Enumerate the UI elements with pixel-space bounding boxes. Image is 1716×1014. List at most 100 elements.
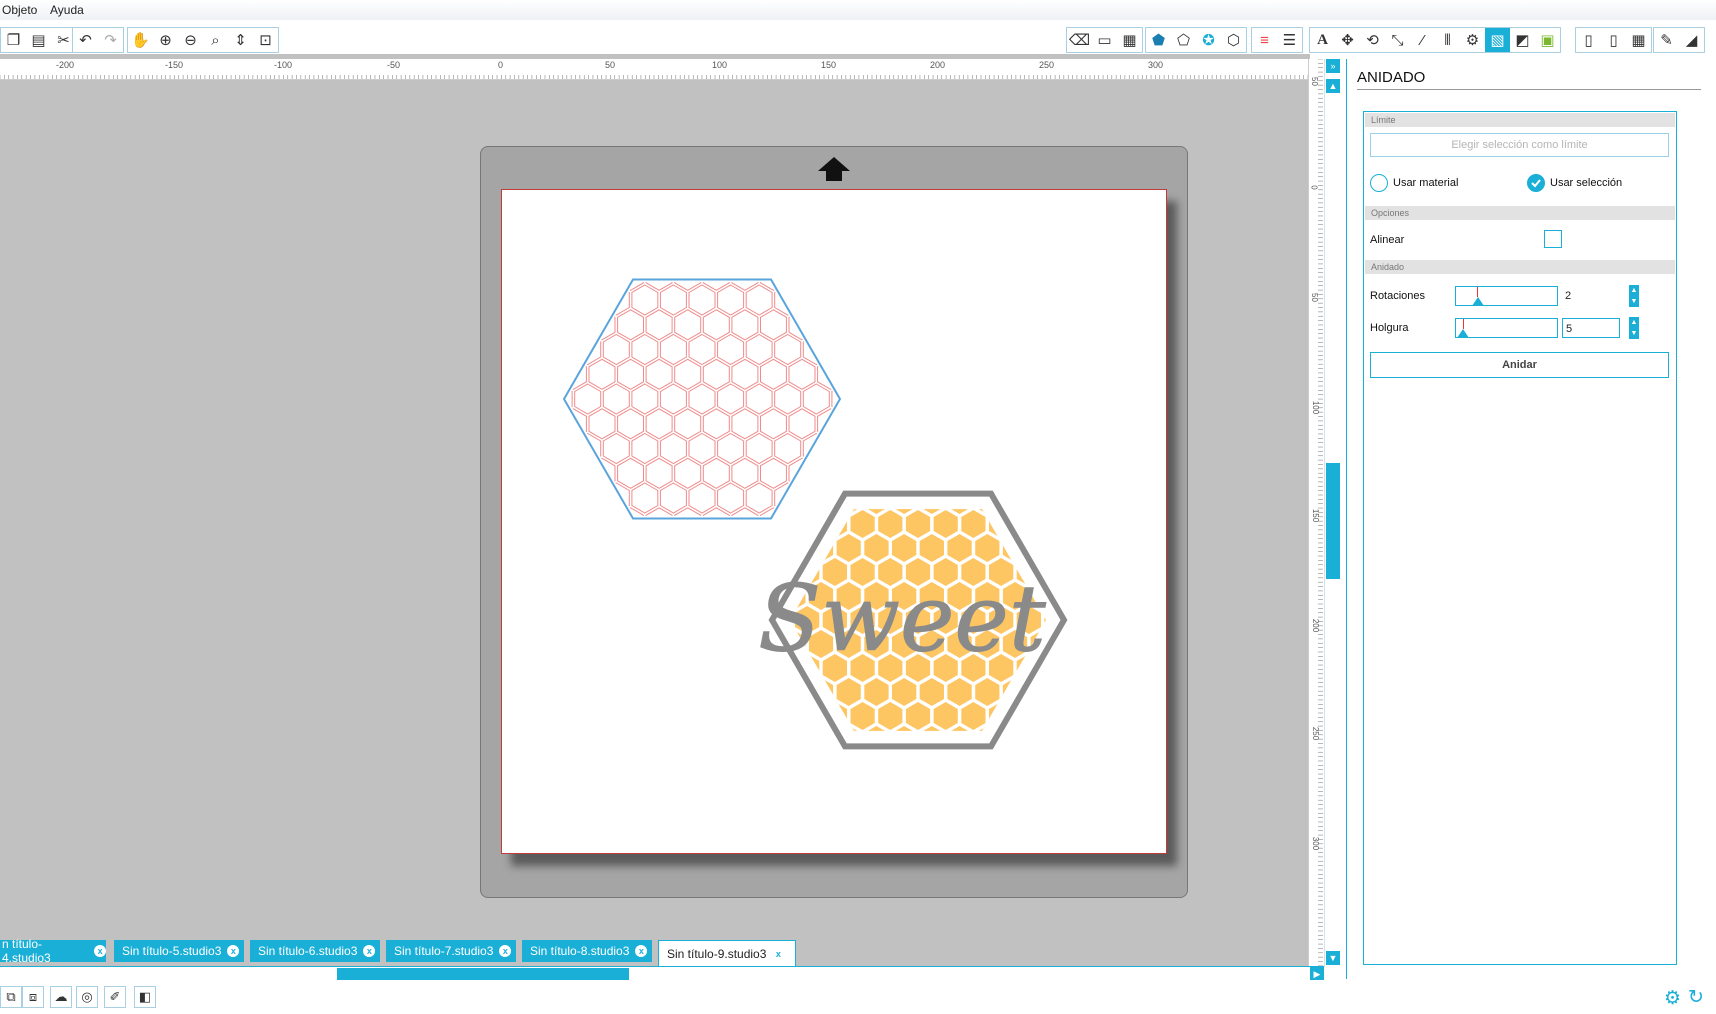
vertical-scroll-thumb[interactable] bbox=[1326, 463, 1340, 579]
spacing-stepper[interactable]: ▲ ▼ bbox=[1629, 317, 1639, 339]
replicate-icon[interactable]: ⚙ bbox=[1460, 28, 1485, 52]
close-tab-icon[interactable]: x bbox=[499, 945, 512, 957]
line-color-icon[interactable]: ≡ bbox=[1252, 28, 1277, 52]
cell-outline bbox=[567, 383, 573, 415]
knife-icon[interactable]: ✐ bbox=[104, 986, 126, 1008]
modify-icon[interactable]: ◩ bbox=[1510, 28, 1535, 52]
close-tab-icon[interactable]: x bbox=[772, 947, 785, 960]
cell-outline bbox=[746, 533, 772, 563]
page-setup-icon[interactable]: ▭ bbox=[1092, 28, 1117, 52]
spacing-slider[interactable] bbox=[1455, 318, 1558, 338]
v-ruler-label: 300 bbox=[1311, 836, 1321, 851]
honey-cell bbox=[947, 678, 972, 706]
rotations-slider[interactable] bbox=[1455, 286, 1558, 306]
cell-outline bbox=[717, 333, 745, 366]
transform-icon[interactable]: ✥ bbox=[1335, 28, 1360, 52]
honey-cell bbox=[712, 654, 736, 682]
close-tab-icon[interactable]: x bbox=[94, 945, 106, 957]
pattern-icon[interactable]: ⬠ bbox=[1171, 28, 1196, 52]
spacing-value-field[interactable]: 5 bbox=[1562, 318, 1620, 338]
align-icon[interactable]: ⫴ bbox=[1435, 28, 1460, 52]
use-material-radio[interactable] bbox=[1370, 174, 1388, 192]
line-style-icon[interactable]: ☰ bbox=[1277, 28, 1302, 52]
design-page[interactable]: Sweet bbox=[501, 189, 1167, 854]
settings-gear-icon[interactable]: ⚙ bbox=[1664, 987, 1681, 1010]
v-ruler-label: 50 bbox=[1309, 293, 1319, 302]
fit-to-page-icon[interactable]: ⊡ bbox=[253, 28, 278, 52]
vertical-scrollbar[interactable]: » ▲ ▼ bbox=[1324, 59, 1341, 967]
copy-icon[interactable]: ❐ bbox=[1, 28, 26, 52]
rotate-icon[interactable]: ⟲ bbox=[1360, 28, 1385, 52]
target-icon[interactable]: ◎ bbox=[76, 986, 98, 1008]
zoom-out-icon[interactable]: ⊖ bbox=[178, 28, 203, 52]
rotations-value-field[interactable]: 2 bbox=[1562, 286, 1620, 306]
nest-icon[interactable]: ▧ bbox=[1485, 28, 1510, 52]
zoom-drag-icon[interactable]: ⇕ bbox=[228, 28, 253, 52]
document-tab[interactable]: n título-4.studio3 x bbox=[0, 937, 106, 965]
effects-icon[interactable]: ⬡ bbox=[1221, 28, 1246, 52]
honey-cell bbox=[1114, 774, 1138, 802]
grid-icon[interactable]: ▦ bbox=[1117, 28, 1142, 52]
ungroup-icon[interactable]: ⧈ bbox=[22, 986, 44, 1008]
zoom-select-icon[interactable]: ⌕ bbox=[203, 28, 228, 52]
choose-selection-as-limit-button[interactable]: Elegir selección como límite bbox=[1370, 133, 1669, 157]
document-tab[interactable]: Sin título-5.studio3 x bbox=[114, 940, 244, 962]
honey-cell bbox=[1072, 702, 1096, 730]
slider-handle-icon[interactable] bbox=[1472, 297, 1484, 307]
document-tab[interactable]: Sin título-8.studio3 x bbox=[522, 940, 652, 962]
cell-outline bbox=[645, 507, 673, 516]
limit-section-header: Límite bbox=[1365, 113, 1675, 127]
sync-icon[interactable]: ↻ bbox=[1688, 986, 1704, 1009]
group-icon[interactable]: ⧉ bbox=[0, 986, 22, 1008]
scale-icon[interactable]: ⤡ bbox=[1385, 28, 1410, 52]
menu-ayuda[interactable]: Ayuda bbox=[50, 3, 84, 17]
cell-outline bbox=[903, 458, 929, 488]
rotations-stepper[interactable]: ▲ ▼ bbox=[1629, 285, 1639, 307]
shear-icon[interactable]: ⁄ bbox=[1410, 28, 1435, 52]
zoom-in-icon[interactable]: ⊕ bbox=[153, 28, 178, 52]
library-icon[interactable]: ◢ bbox=[1679, 28, 1704, 52]
offset-icon[interactable]: ▯ bbox=[1576, 28, 1601, 52]
document-tab-active[interactable]: Sin título-9.studio3 x bbox=[658, 940, 796, 966]
scroll-right-arrow-icon[interactable]: ▶ bbox=[1310, 967, 1324, 981]
layer-icon[interactable]: ◧ bbox=[134, 986, 156, 1008]
close-tab-icon[interactable]: x bbox=[227, 945, 240, 957]
object-tool-group: A ✥ ⟲ ⤡ ⁄ ⫴ ⚙ ▧ ◩ ▣ bbox=[1309, 27, 1561, 53]
use-selection-radio[interactable] bbox=[1527, 174, 1545, 192]
cell-outline bbox=[846, 310, 872, 340]
send-icon[interactable]: ▯ bbox=[1601, 28, 1626, 52]
pan-icon[interactable]: ✋ bbox=[128, 28, 153, 52]
honey-cell bbox=[712, 606, 736, 634]
honey-cell bbox=[1044, 702, 1046, 730]
expand-panel-icon[interactable]: » bbox=[1326, 59, 1340, 73]
paste-icon[interactable]: ▤ bbox=[26, 28, 51, 52]
eraser-icon[interactable]: ⌫ bbox=[1067, 28, 1092, 52]
nest-button[interactable]: Anidar bbox=[1370, 352, 1669, 378]
document-tab[interactable]: Sin título-6.studio3 x bbox=[250, 940, 380, 962]
cloud-icon[interactable]: ☁ bbox=[50, 986, 72, 1008]
text-style-icon[interactable]: A bbox=[1310, 28, 1335, 52]
cell-outline bbox=[502, 483, 515, 513]
document-tab[interactable]: Sin título-7.studio3 x bbox=[386, 940, 516, 962]
close-tab-icon[interactable]: x bbox=[363, 945, 376, 957]
fill-icon[interactable]: ⬟ bbox=[1146, 28, 1171, 52]
horizontal-scroll-thumb[interactable] bbox=[337, 968, 629, 980]
honey-cell bbox=[851, 462, 875, 490]
cell-outline bbox=[832, 236, 858, 266]
h-ruler-label: 50 bbox=[605, 60, 616, 70]
cut-settings-icon[interactable]: ▦ bbox=[1626, 28, 1651, 52]
redo-icon[interactable]: ↷ bbox=[98, 28, 123, 52]
scroll-down-arrow-icon[interactable]: ▼ bbox=[1326, 951, 1340, 965]
pixscan-icon[interactable]: ✎ bbox=[1654, 28, 1679, 52]
scroll-up-arrow-icon[interactable]: ▲ bbox=[1326, 79, 1340, 93]
gradient-icon[interactable]: ✪ bbox=[1196, 28, 1221, 52]
close-tab-icon[interactable]: x bbox=[635, 945, 648, 957]
align-checkbox[interactable] bbox=[1544, 230, 1562, 248]
slider-handle-icon[interactable] bbox=[1457, 329, 1469, 339]
trace-icon[interactable]: ▣ bbox=[1535, 28, 1560, 52]
honey-cell bbox=[1072, 750, 1096, 778]
horizontal-scrollbar[interactable]: ▶ bbox=[0, 966, 1324, 981]
menu-objeto[interactable]: Objeto bbox=[2, 3, 37, 17]
undo-icon[interactable]: ↶ bbox=[73, 28, 98, 52]
honey-cell bbox=[1058, 774, 1082, 802]
